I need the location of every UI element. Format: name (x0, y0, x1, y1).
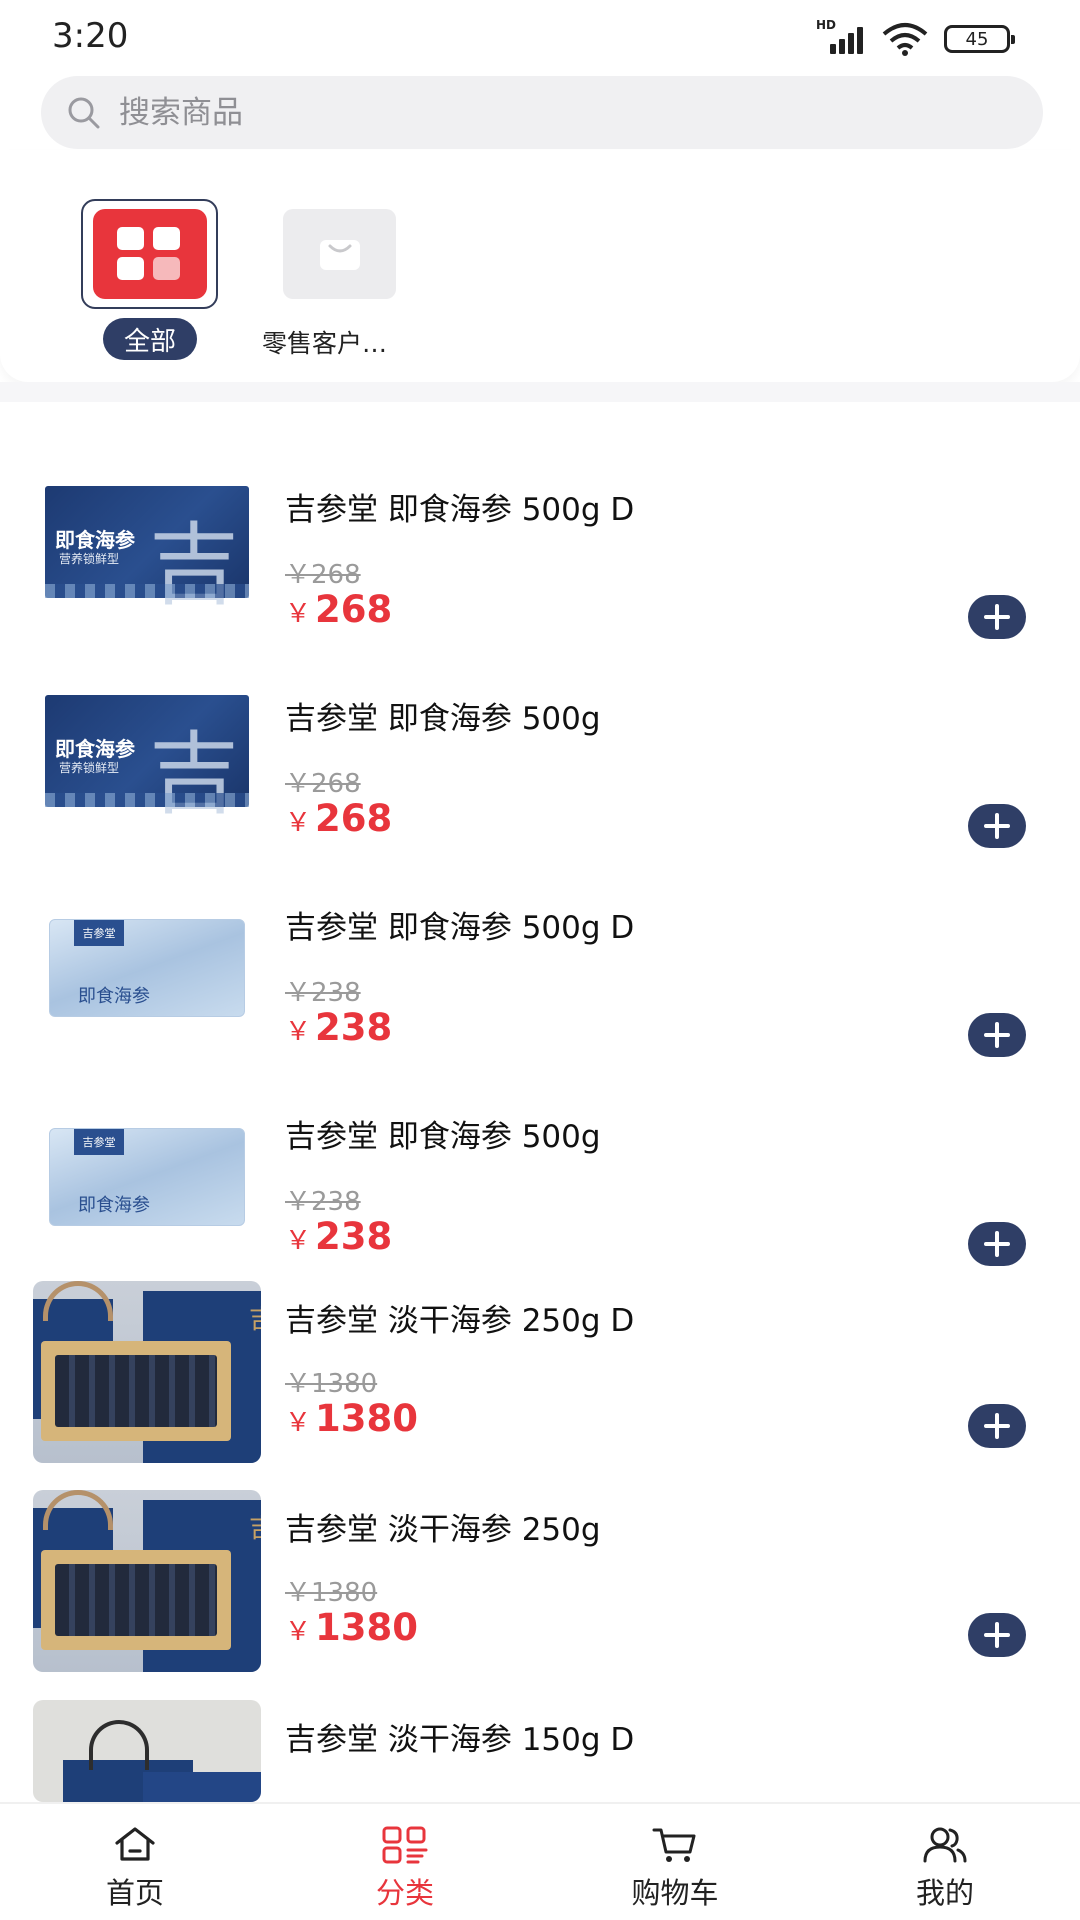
wifi-icon (880, 22, 930, 56)
product-price: ￥ 238 (285, 1006, 392, 1049)
nav-home-label: 首页 (105, 1876, 164, 1910)
product-original-price: ￥1380 (285, 1369, 378, 1399)
battery-icon: 45 (944, 25, 1015, 53)
product-price: ￥ 268 (285, 797, 392, 840)
status-bar: 3:20 HD 45 (0, 0, 1080, 74)
product-name[interactable]: 吉参堂 即食海参 500g D (285, 902, 634, 947)
plus-icon (984, 1413, 1010, 1439)
price-value: 268 (315, 588, 393, 631)
product-name[interactable]: 吉参堂 淡干海参 250g D (285, 1295, 634, 1340)
product-name[interactable]: 吉参堂 即食海参 500g D (285, 484, 634, 529)
nav-category-label: 分类 (375, 1876, 434, 1910)
product-image[interactable]: 吉参堂 即食海参 (33, 1066, 261, 1248)
nav-profile[interactable]: 我的 (810, 1804, 1080, 1920)
currency-symbol: ￥ (285, 808, 312, 838)
product-image[interactable]: 吉 (33, 1281, 261, 1463)
search-bar[interactable] (41, 76, 1043, 149)
price-value: 238 (315, 1215, 393, 1258)
network-type-label: HD (816, 18, 837, 32)
search-input[interactable] (119, 94, 919, 131)
nav-cart-label: 购物车 (631, 1876, 719, 1910)
product-image[interactable]: 吉即食海参 营养锁鲜型 (33, 648, 261, 830)
currency-symbol: ￥ (285, 599, 312, 629)
add-to-cart-button[interactable] (968, 1013, 1026, 1057)
category-all-label[interactable]: 全部 (103, 318, 197, 360)
battery-level: 45 (965, 28, 989, 50)
home-icon (115, 1827, 155, 1861)
currency-symbol: ￥ (285, 1617, 312, 1647)
add-to-cart-button[interactable] (968, 1222, 1026, 1266)
nav-profile-label: 我的 (915, 1876, 974, 1910)
product-price: ￥ 1380 (285, 1397, 418, 1440)
product-image[interactable]: 吉即食海参 营养锁鲜型 (33, 439, 261, 621)
price-value: 1380 (315, 1606, 418, 1649)
product-item[interactable]: 吉吉参堂 淡干海参 250g D￥1380￥1380 (0, 1281, 1080, 1490)
product-name[interactable]: 吉参堂 淡干海参 150g D (285, 1714, 634, 1759)
shopping-bag-icon (319, 240, 360, 270)
user-icon (923, 1827, 967, 1863)
category-icon (382, 1826, 428, 1864)
nav-category[interactable]: 分类 (270, 1804, 540, 1920)
plus-icon (984, 813, 1010, 839)
add-to-cart-button[interactable] (968, 804, 1026, 848)
currency-symbol: ￥ (285, 1226, 312, 1256)
currency-symbol: ￥ (285, 1408, 312, 1438)
product-name[interactable]: 吉参堂 即食海参 500g (285, 693, 601, 738)
category-retail-label[interactable]: 零售客户… (262, 324, 387, 360)
product-price: ￥ 268 (285, 588, 392, 631)
category-all-button[interactable] (81, 199, 218, 309)
product-image[interactable] (33, 1700, 261, 1802)
product-item[interactable]: 吉吉参堂 淡干海参 250g￥1380￥1380 (0, 1490, 1080, 1699)
category-retail-button[interactable] (283, 209, 396, 299)
currency-symbol: ￥ (285, 1017, 312, 1047)
nav-home[interactable]: 首页 (0, 1804, 270, 1920)
add-to-cart-button[interactable] (968, 595, 1026, 639)
status-time: 3:20 (52, 16, 129, 56)
cart-icon (652, 1828, 696, 1862)
add-to-cart-button[interactable] (968, 1613, 1026, 1657)
product-original-price: ￥1380 (285, 1578, 378, 1608)
plus-icon (984, 604, 1010, 630)
section-divider (0, 382, 1080, 402)
product-original-price: ￥238 (285, 978, 361, 1008)
nav-cart[interactable]: 购物车 (540, 1804, 810, 1920)
product-original-price: ￥268 (285, 769, 361, 799)
product-image[interactable]: 吉参堂 即食海参 (33, 857, 261, 1039)
bottom-nav: 首页 分类 购物车 我的 (0, 1802, 1080, 1920)
status-icons: HD 45 (816, 18, 1015, 56)
price-value: 1380 (315, 1397, 418, 1440)
product-image[interactable]: 吉 (33, 1490, 261, 1672)
product-name[interactable]: 吉参堂 淡干海参 250g (285, 1504, 601, 1549)
product-price: ￥ 1380 (285, 1606, 418, 1649)
search-icon (68, 97, 100, 128)
add-to-cart-button[interactable] (968, 1404, 1026, 1448)
grid-icon (92, 209, 207, 299)
product-item[interactable]: 吉参堂 即食海参 吉参堂 即食海参 500g ￥238 ￥ 238 (0, 1066, 1080, 1308)
plus-icon (984, 1022, 1010, 1048)
price-value: 238 (315, 1006, 393, 1049)
plus-icon (984, 1231, 1010, 1257)
product-original-price: ￥268 (285, 560, 361, 590)
price-value: 268 (315, 797, 393, 840)
plus-icon (984, 1622, 1010, 1648)
product-name[interactable]: 吉参堂 即食海参 500g (285, 1111, 601, 1156)
product-original-price: ￥238 (285, 1187, 361, 1217)
signal-icon: HD (816, 18, 866, 54)
product-price: ￥ 238 (285, 1215, 392, 1258)
